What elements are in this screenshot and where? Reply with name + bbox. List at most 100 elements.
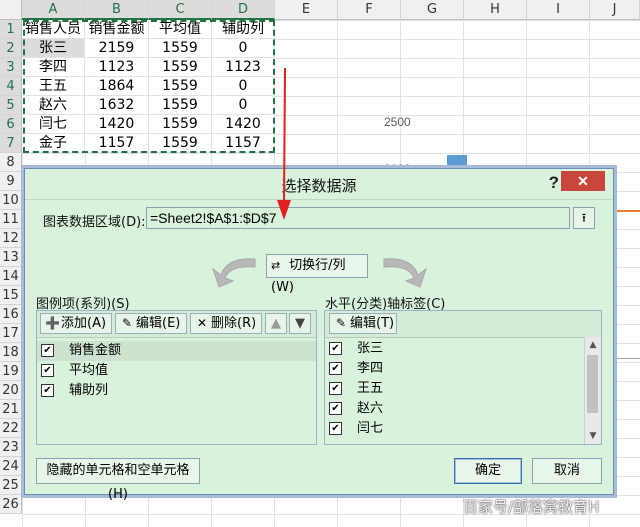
table-cell[interactable]: 1559 bbox=[149, 134, 212, 153]
row-header-6[interactable]: 6 bbox=[0, 115, 22, 134]
row-header-8[interactable]: 8 bbox=[0, 153, 22, 172]
row-header-13[interactable]: 13 bbox=[0, 248, 22, 267]
table-cell[interactable]: 1157 bbox=[212, 134, 275, 153]
column-header-f[interactable]: F bbox=[338, 0, 401, 20]
delete-series-button[interactable]: ✕ 删除(R) bbox=[190, 313, 262, 334]
category-list-item[interactable]: ✔ 李四 bbox=[325, 359, 585, 379]
row-header-20[interactable]: 20 bbox=[0, 381, 22, 400]
edit-series-button[interactable]: ✎ 编辑(E) bbox=[115, 313, 187, 334]
column-header-a[interactable]: A bbox=[22, 0, 85, 20]
category-list-item[interactable]: ✔ 闫七 bbox=[325, 419, 585, 439]
column-header-e[interactable]: E bbox=[275, 0, 338, 20]
row-header-25[interactable]: 25 bbox=[0, 476, 22, 495]
hidden-empty-cells-button[interactable]: 隐藏的单元格和空单元格(H) bbox=[36, 458, 200, 502]
add-series-button[interactable]: ➕添加(A) bbox=[40, 313, 112, 334]
column-header-g[interactable]: G bbox=[401, 0, 464, 20]
checkbox-checked-icon[interactable]: ✔ bbox=[329, 422, 342, 435]
table-cell[interactable]: 1559 bbox=[149, 39, 212, 58]
header-cell-salesperson[interactable]: 销售人员 bbox=[22, 20, 85, 39]
table-cell[interactable]: 1864 bbox=[85, 77, 149, 96]
move-up-button[interactable]: ▲ bbox=[265, 313, 287, 334]
table-cell[interactable]: 1559 bbox=[149, 77, 212, 96]
row-header-14[interactable]: 14 bbox=[0, 267, 22, 286]
header-cell-average[interactable]: 平均值 bbox=[149, 20, 212, 39]
row-header-3[interactable]: 3 bbox=[0, 58, 22, 77]
checkbox-checked-icon[interactable]: ✔ bbox=[41, 384, 54, 397]
row-header-16[interactable]: 16 bbox=[0, 305, 22, 324]
table-cell[interactable]: 0 bbox=[212, 96, 275, 115]
column-header-h[interactable]: H bbox=[464, 0, 527, 20]
row-header-17[interactable]: 17 bbox=[0, 324, 22, 343]
checkbox-checked-icon[interactable]: ✔ bbox=[329, 402, 342, 415]
table-cell[interactable]: 1123 bbox=[85, 58, 149, 77]
cancel-button[interactable]: 取消 bbox=[532, 458, 602, 484]
checkbox-checked-icon[interactable]: ✔ bbox=[41, 344, 54, 357]
table-cell[interactable]: 1559 bbox=[149, 115, 212, 134]
row-header-26[interactable]: 26 bbox=[0, 495, 22, 514]
table-cell[interactable]: 闫七 bbox=[22, 115, 85, 134]
row-header-23[interactable]: 23 bbox=[0, 438, 22, 457]
checkbox-checked-icon[interactable]: ✔ bbox=[41, 364, 54, 377]
ok-button[interactable]: 确定 bbox=[454, 458, 522, 484]
table-cell[interactable]: 0 bbox=[212, 39, 275, 58]
row-header-11[interactable]: 11 bbox=[0, 210, 22, 229]
column-header-j[interactable]: J bbox=[590, 0, 640, 20]
table-cell[interactable]: 1157 bbox=[85, 134, 149, 153]
checkbox-checked-icon[interactable]: ✔ bbox=[329, 382, 342, 395]
row-header-4[interactable]: 4 bbox=[0, 77, 22, 96]
row-header-12[interactable]: 12 bbox=[0, 229, 22, 248]
help-button[interactable]: ? bbox=[549, 173, 559, 193]
table-cell[interactable]: 金子 bbox=[22, 134, 85, 153]
select-all-corner[interactable] bbox=[0, 0, 22, 20]
column-header-b[interactable]: B bbox=[85, 0, 149, 20]
dialog-titlebar[interactable]: 选择数据源 ? ✕ bbox=[25, 169, 613, 200]
scroll-up-icon[interactable]: ▲ bbox=[585, 337, 601, 353]
table-cell[interactable]: 赵六 bbox=[22, 96, 85, 115]
table-cell[interactable]: 1123 bbox=[212, 58, 275, 77]
table-cell[interactable]: 李四 bbox=[22, 58, 85, 77]
scroll-thumb[interactable] bbox=[587, 355, 598, 413]
header-cell-helper[interactable]: 辅助列 bbox=[212, 20, 275, 39]
axis-list-scrollbar[interactable]: ▲ ▼ bbox=[584, 337, 601, 444]
row-header-10[interactable]: 10 bbox=[0, 191, 22, 210]
collapse-dialog-button[interactable]: ⭱ bbox=[573, 207, 595, 229]
table-cell[interactable]: 张三 bbox=[22, 39, 85, 58]
column-header-c[interactable]: C bbox=[149, 0, 212, 20]
column-header-d[interactable]: D bbox=[212, 0, 275, 20]
move-down-button[interactable]: ▼ bbox=[289, 313, 311, 334]
chart-data-range-input[interactable]: =Sheet2!$A$1:$D$7 bbox=[146, 207, 570, 229]
table-cell[interactable]: 1420 bbox=[85, 115, 149, 134]
row-header-22[interactable]: 22 bbox=[0, 419, 22, 438]
row-header-21[interactable]: 21 bbox=[0, 400, 22, 419]
column-header-i[interactable]: I bbox=[527, 0, 590, 20]
category-list-item[interactable]: ✔ 张三 bbox=[325, 339, 585, 359]
table-cell[interactable]: 0 bbox=[212, 77, 275, 96]
series-list-item[interactable]: ✔ 辅助列 bbox=[37, 381, 316, 401]
table-cell[interactable]: 1559 bbox=[149, 58, 212, 77]
header-cell-sales-amount[interactable]: 销售金额 bbox=[85, 20, 149, 39]
series-list-item[interactable]: ✔ 销售金额 bbox=[37, 341, 316, 361]
edit-axis-labels-button[interactable]: ✎ 编辑(T) bbox=[329, 313, 397, 334]
table-cell[interactable]: 1632 bbox=[85, 96, 149, 115]
scroll-down-icon[interactable]: ▼ bbox=[585, 428, 601, 444]
row-header-9[interactable]: 9 bbox=[0, 172, 22, 191]
category-list-item[interactable]: ✔ 王五 bbox=[325, 379, 585, 399]
row-header-24[interactable]: 24 bbox=[0, 457, 22, 476]
table-cell[interactable]: 王五 bbox=[22, 77, 85, 96]
row-header-2[interactable]: 2 bbox=[0, 39, 22, 58]
checkbox-checked-icon[interactable]: ✔ bbox=[329, 342, 342, 355]
switch-row-column-button[interactable]: ⇄ 切换行/列(W) bbox=[266, 254, 368, 295]
close-button[interactable]: ✕ bbox=[561, 171, 605, 191]
row-header-19[interactable]: 19 bbox=[0, 362, 22, 381]
row-header-5[interactable]: 5 bbox=[0, 96, 22, 115]
row-header-7[interactable]: 7 bbox=[0, 134, 22, 153]
table-cell[interactable]: 1420 bbox=[212, 115, 275, 134]
row-header-18[interactable]: 18 bbox=[0, 343, 22, 362]
category-list-item[interactable]: ✔ 赵六 bbox=[325, 399, 585, 419]
table-cell[interactable]: 2159 bbox=[85, 39, 149, 58]
row-header-1[interactable]: 1 bbox=[0, 20, 22, 39]
row-header-15[interactable]: 15 bbox=[0, 286, 22, 305]
table-cell[interactable]: 1559 bbox=[149, 96, 212, 115]
checkbox-checked-icon[interactable]: ✔ bbox=[329, 362, 342, 375]
series-list-item[interactable]: ✔ 平均值 bbox=[37, 361, 316, 381]
